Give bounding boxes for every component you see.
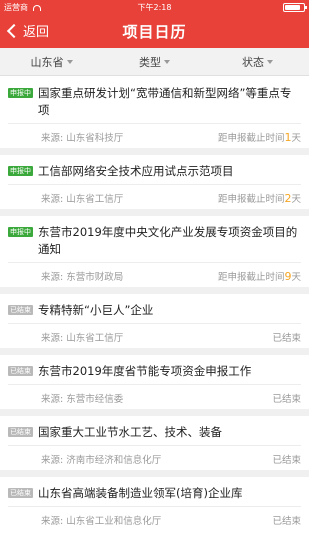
- item-deadline: 距申报截止时间1天: [217, 131, 301, 144]
- item-status: 已结束: [272, 394, 301, 405]
- caret-down-icon: [164, 59, 170, 64]
- list-item[interactable]: 已结束 山东省高端装备制造业领军(培育)企业库 来源: 山东省工业和信息化厅 已…: [0, 477, 309, 531]
- filter-region-label: 山东省: [30, 55, 64, 69]
- item-title: 国家重大工业节水工艺、技术、装备: [38, 425, 222, 439]
- page-title: 项目日历: [122, 23, 187, 41]
- list-item[interactable]: 已结束 东营市2019年度省节能专项资金申报工作 来源: 东营市经信委 已结束: [0, 355, 309, 416]
- status-bar: 运营商 下午2:18: [0, 0, 309, 14]
- status-badge: 申报中: [8, 227, 33, 237]
- battery-icon: [283, 3, 307, 12]
- item-status: 已结束: [272, 333, 301, 344]
- item-title: 工信部网络安全技术应用试点示范项目: [38, 164, 234, 178]
- status-badge: 已结束: [8, 305, 33, 315]
- item-source: 来源: 山东省工信厅: [41, 333, 124, 344]
- status-badge: 申报中: [8, 88, 33, 98]
- item-source: 来源: 山东省工业和信息化厅: [41, 516, 162, 527]
- status-badge: 申报中: [8, 166, 33, 176]
- list-item[interactable]: 申报中 工信部网络安全技术应用试点示范项目 来源: 山东省工信厅 距申报截止时间…: [0, 155, 309, 216]
- caret-down-icon: [267, 59, 273, 64]
- item-title: 专精特新“小巨人”企业: [38, 303, 154, 317]
- filter-type[interactable]: 类型: [103, 48, 206, 75]
- item-source: 来源: 济南市经济和信息化厅: [41, 455, 162, 466]
- list-item[interactable]: 已结束 专精特新“小巨人”企业 来源: 山东省工信厅 已结束: [0, 294, 309, 355]
- battery-level: [285, 5, 301, 10]
- nav-bar: 返回 项目日历: [0, 14, 309, 48]
- item-status: 已结束: [272, 455, 301, 466]
- filter-bar: 山东省 类型 状态: [0, 48, 309, 76]
- project-list: 申报中 国家重点研发计划“宽带通信和新型网络”等重点专项 来源: 山东省科技厅 …: [0, 77, 309, 531]
- filter-status-label: 状态: [242, 55, 264, 69]
- status-badge: 已结束: [8, 427, 33, 437]
- item-source: 来源: 东营市财政局: [41, 272, 124, 283]
- item-title: 山东省高端装备制造业领军(培育)企业库: [38, 486, 243, 500]
- item-deadline: 距申报截止时间2天: [217, 192, 301, 205]
- item-title: 东营市2019年度省节能专项资金申报工作: [38, 364, 252, 378]
- item-source: 来源: 山东省科技厅: [41, 133, 124, 144]
- item-title: 东营市2019年度中央文化产业发展专项资金项目的通知: [38, 225, 298, 256]
- list-item[interactable]: 已结束 国家重大工业节水工艺、技术、装备 来源: 济南市经济和信息化厅 已结束: [0, 416, 309, 477]
- status-badge: 已结束: [8, 488, 33, 498]
- status-time: 下午2:18: [137, 3, 172, 12]
- item-deadline: 距申报截止时间9天: [217, 270, 301, 283]
- status-badge: 已结束: [8, 366, 33, 376]
- item-source: 来源: 东营市经信委: [41, 394, 124, 405]
- item-status: 已结束: [272, 516, 301, 527]
- filter-region[interactable]: 山东省: [0, 48, 103, 75]
- caret-down-icon: [66, 59, 73, 64]
- item-title: 国家重点研发计划“宽带通信和新型网络”等重点专项: [38, 86, 292, 117]
- filter-status[interactable]: 状态: [206, 48, 309, 75]
- filter-type-label: 类型: [139, 55, 161, 69]
- item-source: 来源: 山东省工信厅: [41, 194, 124, 205]
- list-item[interactable]: 申报中 东营市2019年度中央文化产业发展专项资金项目的通知 来源: 东营市财政…: [0, 216, 309, 294]
- list-item[interactable]: 申报中 国家重点研发计划“宽带通信和新型网络”等重点专项 来源: 山东省科技厅 …: [0, 77, 309, 155]
